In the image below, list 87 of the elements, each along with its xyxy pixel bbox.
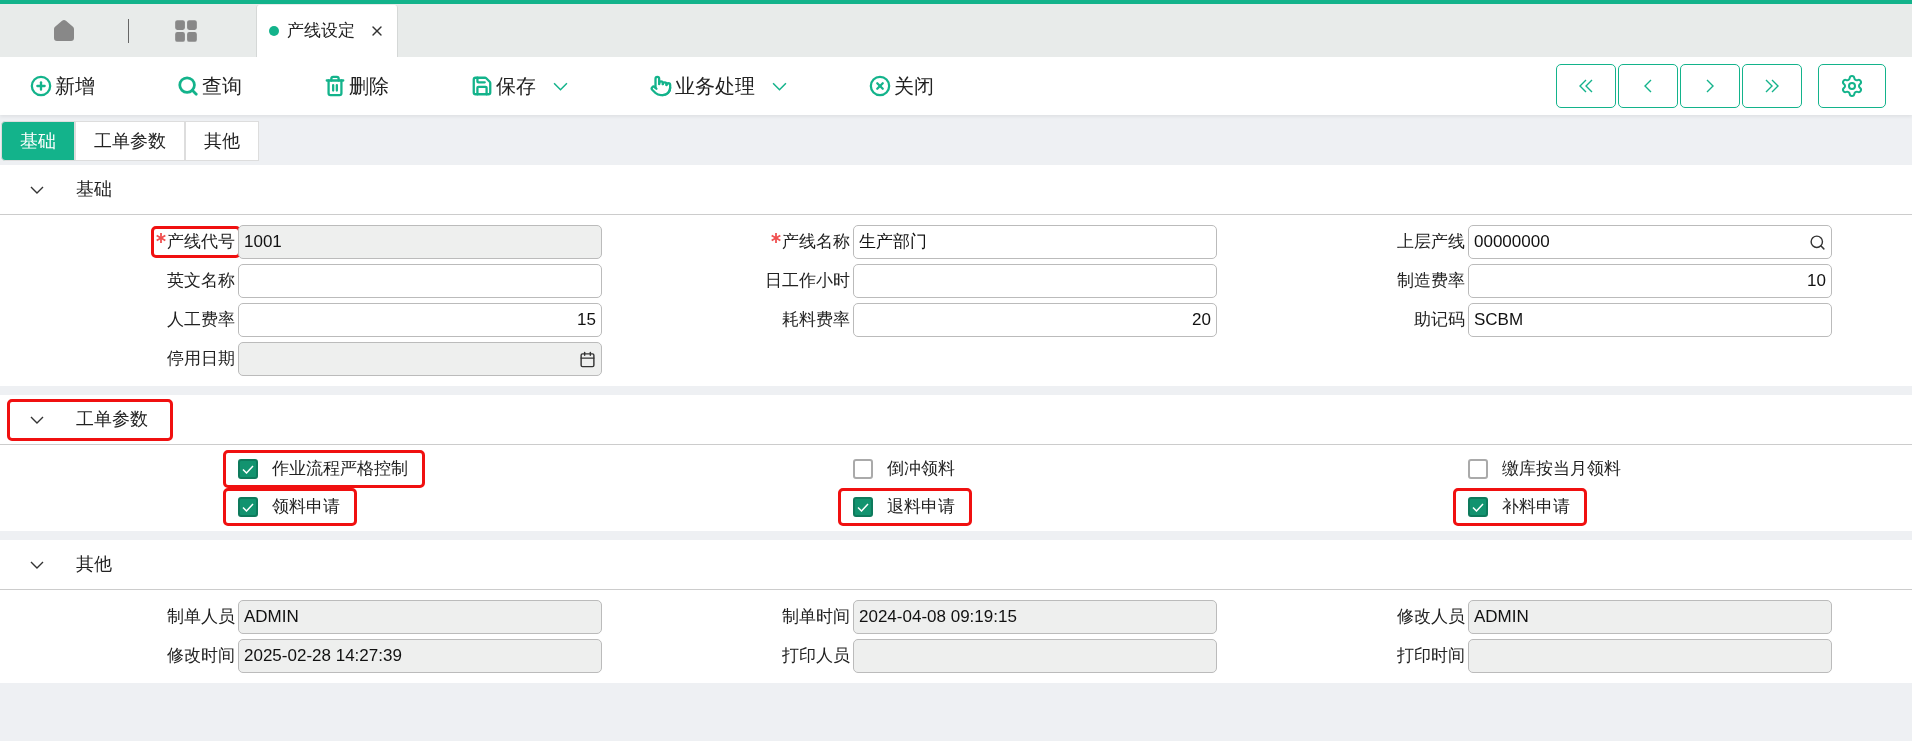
input-field[interactable]: 2024-04-08 09:19:15	[853, 600, 1217, 634]
check-icon	[857, 502, 869, 512]
required-asterisk-icon	[156, 233, 166, 243]
field-label: 打印人员	[781, 645, 851, 668]
field-label: 上层产线	[1396, 231, 1466, 254]
check-icon	[1472, 502, 1484, 512]
chevron-down-icon	[30, 415, 44, 424]
input-field[interactable]: 00000000	[1468, 225, 1832, 259]
toolbar-button[interactable]: 新增	[30, 66, 95, 106]
checkbox-option[interactable]: 作业流程严格控制	[226, 453, 422, 485]
home-icon[interactable]	[52, 18, 76, 43]
input-field[interactable]: 生产部门	[853, 225, 1217, 259]
trash-icon	[324, 75, 346, 97]
checkbox[interactable]	[238, 459, 258, 479]
search-icon[interactable]	[1809, 233, 1826, 251]
input-field[interactable]: 20	[853, 303, 1217, 337]
close-icon	[869, 75, 891, 97]
field-label: 制造费率	[1396, 270, 1466, 293]
field-label: 耗料费率	[781, 309, 851, 332]
field-label: 英文名称	[166, 270, 236, 293]
check-icon	[242, 502, 254, 512]
input-field[interactable]	[853, 264, 1217, 298]
pointer-hand-icon	[650, 75, 672, 97]
calendar-icon[interactable]	[579, 350, 596, 368]
plus-icon	[30, 75, 52, 97]
input-field[interactable]: 1001	[238, 225, 602, 259]
input-field[interactable]	[853, 639, 1217, 673]
field-label: 产线名称	[769, 229, 853, 255]
input-field[interactable]: 2025-02-28 14:27:39	[238, 639, 602, 673]
pager-button[interactable]	[1618, 64, 1678, 108]
pager-button[interactable]	[1680, 64, 1740, 108]
field-label: 产线代号	[154, 229, 238, 255]
section-tab[interactable]: 工单参数	[75, 121, 185, 161]
toolbar-button[interactable]: 删除	[324, 66, 389, 106]
tab[interactable]: 产线设定	[256, 5, 398, 57]
double-left-icon	[1579, 79, 1593, 93]
field-label: 打印时间	[1396, 645, 1466, 668]
search-icon	[177, 75, 199, 97]
field-label: 修改人员	[1396, 606, 1466, 629]
checkbox-option[interactable]: 倒冲领料	[841, 453, 969, 485]
chevron-down-icon	[30, 560, 44, 569]
caret-icon	[772, 81, 787, 91]
input-field[interactable]	[238, 264, 602, 298]
field-label: 停用日期	[166, 348, 236, 371]
field-label: 制单时间	[781, 606, 851, 629]
field-label: 助记码	[1413, 309, 1466, 332]
field-label: 人工费率	[166, 309, 236, 332]
chevron-down-icon	[30, 185, 44, 194]
right-icon	[1706, 79, 1714, 93]
checkbox-option[interactable]: 补料申请	[1456, 491, 1584, 523]
input-field[interactable]: ADMIN	[238, 600, 602, 634]
save-icon	[471, 75, 493, 97]
field-label: 制单人员	[166, 606, 236, 629]
toolbar-button[interactable]: 查询	[177, 66, 242, 106]
settings-button[interactable]	[1818, 64, 1886, 108]
checkbox-option[interactable]: 领料申请	[226, 491, 354, 523]
input-field[interactable]: 15	[238, 303, 602, 337]
pager-button[interactable]	[1556, 64, 1616, 108]
toolbar-button[interactable]: 保存	[471, 66, 568, 106]
pager-button[interactable]	[1742, 64, 1802, 108]
input-field[interactable]: SCBM	[1468, 303, 1832, 337]
caret-icon	[553, 81, 568, 91]
settings-icon	[1840, 74, 1864, 98]
toolbar-button[interactable]: 业务处理	[650, 66, 787, 106]
toolbar-button[interactable]: 关闭	[869, 66, 934, 106]
checkbox[interactable]	[238, 497, 258, 517]
grid-icon[interactable]	[173, 17, 199, 44]
section-header[interactable]: 工单参数	[10, 401, 170, 438]
section-header[interactable]: 基础	[10, 171, 134, 208]
input-field[interactable]	[238, 342, 602, 376]
checkbox[interactable]	[853, 459, 873, 479]
input-field[interactable]: ADMIN	[1468, 600, 1832, 634]
checkbox[interactable]	[1468, 497, 1488, 517]
field-label: 日工作小时	[764, 270, 851, 293]
input-field[interactable]: 10	[1468, 264, 1832, 298]
double-right-icon	[1765, 79, 1779, 93]
required-asterisk-icon	[771, 233, 781, 243]
left-icon	[1644, 79, 1652, 93]
checkbox[interactable]	[853, 497, 873, 517]
checkbox[interactable]	[1468, 459, 1488, 479]
checkbox-option[interactable]: 缴库按当月领料	[1456, 453, 1635, 485]
checkbox-option[interactable]: 退料申请	[841, 491, 969, 523]
field-label: 修改时间	[166, 645, 236, 668]
section-tab[interactable]: 其他	[185, 121, 259, 161]
check-icon	[242, 464, 254, 474]
input-field[interactable]	[1468, 639, 1832, 673]
section-header[interactable]: 其他	[10, 546, 134, 583]
